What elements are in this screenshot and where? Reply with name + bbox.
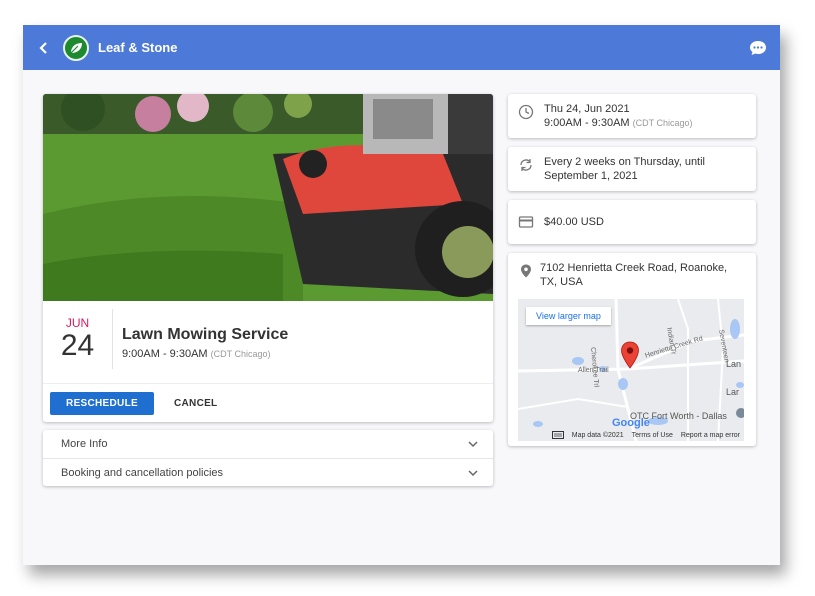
lawn-mower-image bbox=[43, 94, 493, 301]
date-time-card: Thu 24, Jun 2021 9:00AM - 9:30AM (CDT Ch… bbox=[508, 94, 756, 138]
date-time-text: Thu 24, Jun 2021 9:00AM - 9:30AM (CDT Ch… bbox=[544, 102, 693, 130]
map-label-place: Lan bbox=[726, 359, 742, 369]
map-terms-link[interactable]: Terms of Use bbox=[632, 432, 673, 439]
accordion-more-info[interactable]: More Info bbox=[43, 430, 493, 458]
google-logo: Google bbox=[612, 417, 650, 429]
date-month: JUN bbox=[65, 316, 90, 330]
chat-button[interactable] bbox=[748, 38, 768, 58]
back-button[interactable] bbox=[35, 39, 53, 57]
reschedule-button[interactable]: RESCHEDULE bbox=[50, 391, 154, 415]
address-text: 7102 Henrietta Creek Road, Roanoke, TX, … bbox=[540, 262, 728, 288]
app-window: Leaf & Stone JUN 24 Lawn Mowing Service … bbox=[23, 25, 780, 565]
accordion-label: More Info bbox=[61, 438, 108, 450]
service-time: 9:00AM - 9:30AM (CDT Chicago) bbox=[122, 348, 288, 360]
cancel-button[interactable]: CANCEL bbox=[174, 398, 217, 409]
chevron-left-icon bbox=[39, 41, 47, 54]
price-text: $40.00 USD bbox=[544, 216, 604, 228]
accordion-policies[interactable]: Booking and cancellation policies bbox=[43, 458, 493, 486]
app-bar: Leaf & Stone bbox=[23, 25, 780, 70]
time-timezone: (CDT Chicago) bbox=[632, 118, 693, 128]
map-footer: Map data ©2021 Terms of Use Report a map… bbox=[518, 429, 744, 441]
time-line-wrap: 9:00AM - 9:30AM (CDT Chicago) bbox=[544, 116, 693, 130]
location-pin-icon bbox=[521, 264, 531, 278]
chevron-down-icon bbox=[468, 469, 478, 476]
service-time-range: 9:00AM - 9:30AM bbox=[122, 348, 208, 360]
map-data-attribution: Map data ©2021 bbox=[571, 431, 624, 439]
info-accordion: More Info Booking and cancellation polic… bbox=[43, 430, 493, 486]
leaf-icon bbox=[70, 42, 82, 53]
map-marker-icon[interactable] bbox=[620, 341, 640, 369]
location-card: 7102 Henrietta Creek Road, Roanoke, TX, … bbox=[508, 253, 756, 446]
recurrence-card: Every 2 weeks on Thursday, until Septemb… bbox=[508, 147, 756, 191]
card-actions: RESCHEDULE CANCEL bbox=[43, 383, 493, 422]
price-card: $40.00 USD bbox=[508, 200, 756, 244]
clock-icon bbox=[518, 104, 534, 120]
brand-logo bbox=[63, 34, 89, 61]
map-embed[interactable]: Henrietta Creek Rd Allen Trail Cherokee … bbox=[518, 299, 744, 441]
date-line: Thu 24, Jun 2021 bbox=[544, 103, 630, 115]
service-card: JUN 24 Lawn Mowing Service 9:00AM - 9:30… bbox=[43, 94, 493, 422]
keyboard-icon[interactable] bbox=[551, 431, 564, 439]
chat-icon bbox=[750, 40, 766, 55]
address-row: 7102 Henrietta Creek Road, Roanoke, TX, … bbox=[518, 261, 746, 289]
service-title: Lawn Mowing Service bbox=[122, 326, 289, 343]
service-summary: Lawn Mowing Service 9:00AM - 9:30AM (CDT… bbox=[122, 326, 288, 360]
brand-name: Leaf & Stone bbox=[98, 40, 178, 55]
date-day: 24 bbox=[60, 329, 95, 362]
service-timezone: (CDT Chicago) bbox=[210, 349, 271, 359]
service-hero-image bbox=[43, 94, 493, 301]
time-line: 9:00AM - 9:30AM bbox=[544, 117, 630, 129]
map-report-error-link[interactable]: Report a map error bbox=[681, 432, 740, 439]
accordion-label: Booking and cancellation policies bbox=[61, 466, 224, 479]
chevron-down-icon bbox=[468, 441, 478, 448]
view-larger-map-link[interactable]: View larger map bbox=[526, 307, 611, 325]
map-label-place: Lar bbox=[726, 387, 740, 397]
credit-card-icon bbox=[518, 216, 534, 228]
date-badge: JUN 24 bbox=[43, 309, 113, 369]
recurrence-text: Every 2 weeks on Thursday, until Septemb… bbox=[544, 156, 706, 182]
repeat-icon bbox=[520, 159, 532, 171]
